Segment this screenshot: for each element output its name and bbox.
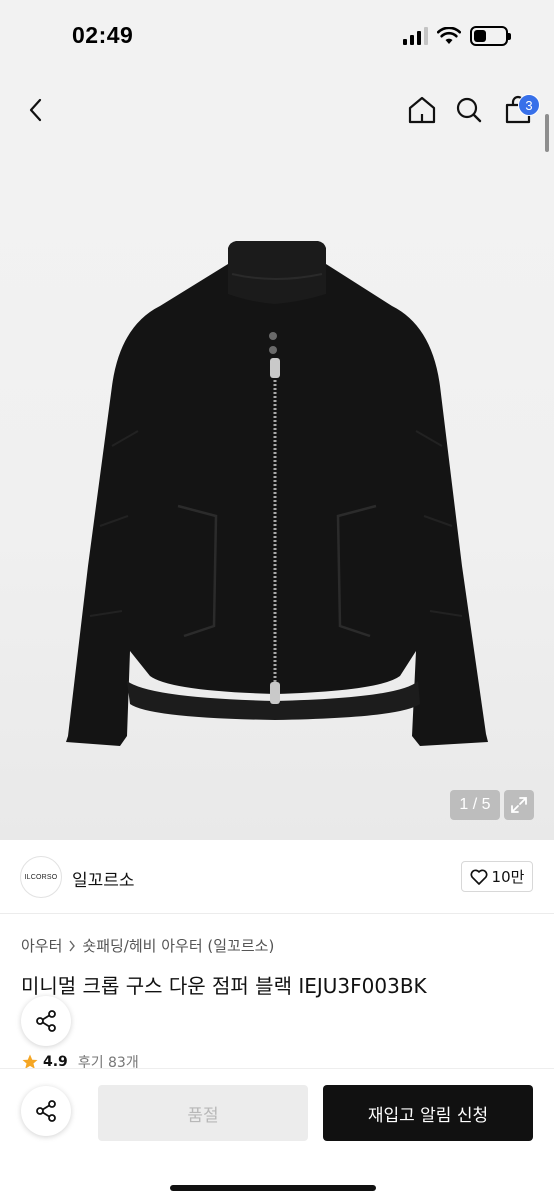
battery-icon <box>470 26 511 46</box>
heart-icon <box>470 869 488 885</box>
search-icon <box>456 97 482 123</box>
image-page-indicator: 1 / 5 <box>450 790 500 820</box>
share-icon <box>36 1010 56 1032</box>
like-button[interactable]: 10만 <box>461 861 533 892</box>
breadcrumb: 아우터 숏패딩/헤비 아우터 (일꼬르소) <box>21 935 274 956</box>
status-icons <box>403 26 511 46</box>
chevron-right-icon <box>69 940 76 951</box>
scrollbar-thumb[interactable] <box>545 114 549 152</box>
home-icon <box>408 96 436 124</box>
product-title: 미니멀 크롭 구스 다운 점퍼 블랙 IEJU3F003BK <box>21 974 427 998</box>
brand-logo[interactable]: ILCORSO <box>20 856 62 898</box>
bottom-action-bar: 품절 재입고 알림 신청 <box>0 1068 554 1200</box>
wifi-icon <box>437 27 461 44</box>
product-gallery[interactable]: 1 / 5 <box>0 146 554 840</box>
status-bar: 02:49 <box>0 0 554 76</box>
brand-row: ILCORSO 일꼬르소 10만 <box>0 840 554 914</box>
back-button[interactable] <box>16 90 56 130</box>
expand-button[interactable] <box>504 790 534 820</box>
soldout-button: 품절 <box>98 1085 308 1141</box>
back-arrow-icon <box>29 98 42 122</box>
restock-alert-button[interactable]: 재입고 알림 신청 <box>323 1085 533 1141</box>
expand-icon <box>511 797 527 813</box>
share-button[interactable] <box>21 1086 71 1136</box>
like-count: 10만 <box>491 868 525 886</box>
home-button[interactable] <box>402 90 442 130</box>
share-float-button[interactable] <box>21 996 71 1046</box>
top-nav: 3 <box>0 76 554 146</box>
status-time: 02:49 <box>72 22 134 48</box>
search-button[interactable] <box>449 90 489 130</box>
breadcrumb-level1[interactable]: 아우터 <box>21 935 62 956</box>
cart-button[interactable]: 3 <box>496 90 540 130</box>
signal-icon <box>403 27 428 45</box>
cart-badge: 3 <box>518 94 540 116</box>
home-indicator <box>170 1185 376 1191</box>
share-icon <box>36 1100 56 1122</box>
product-image[interactable] <box>0 146 554 840</box>
brand-name[interactable]: 일꼬르소 <box>72 866 135 891</box>
breadcrumb-level2[interactable]: 숏패딩/헤비 아우터 (일꼬르소) <box>82 935 274 956</box>
